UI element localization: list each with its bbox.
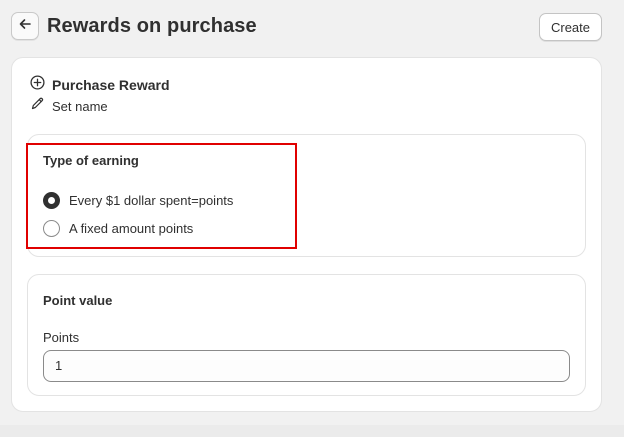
- reward-card: Purchase Reward Set name Type of earning…: [11, 57, 602, 412]
- set-name-label: Set name: [52, 98, 108, 114]
- reward-header: Purchase Reward: [30, 75, 170, 95]
- bottom-strip: [0, 425, 624, 437]
- earning-option-per-dollar[interactable]: Every $1 dollar spent=points: [43, 192, 233, 209]
- rewards-page: Rewards on purchase Create Purchase Rewa…: [0, 0, 624, 437]
- arrow-left-icon: [18, 17, 32, 36]
- reward-title: Purchase Reward: [52, 77, 170, 93]
- point-value-section: Point value Points 1: [27, 274, 586, 396]
- earning-option-label: Every $1 dollar spent=points: [69, 193, 234, 208]
- create-button[interactable]: Create: [539, 13, 602, 41]
- section-title-earning: Type of earning: [43, 153, 139, 168]
- page-title: Rewards on purchase: [47, 15, 257, 37]
- radio-selected[interactable]: [43, 192, 60, 209]
- points-input[interactable]: 1: [43, 350, 570, 382]
- back-button[interactable]: [11, 12, 39, 40]
- earning-option-label: A fixed amount points: [69, 221, 194, 236]
- earning-option-fixed[interactable]: A fixed amount points: [43, 220, 193, 237]
- radio-unselected[interactable]: [43, 220, 60, 237]
- points-label: Points: [43, 330, 80, 345]
- plus-circle-icon: [30, 75, 45, 95]
- section-title-point-value: Point value: [43, 293, 113, 308]
- set-name-link[interactable]: Set name: [30, 96, 108, 116]
- type-of-earning-section: Type of earning Every $1 dollar spent=po…: [27, 134, 586, 257]
- pencil-icon: [30, 96, 45, 116]
